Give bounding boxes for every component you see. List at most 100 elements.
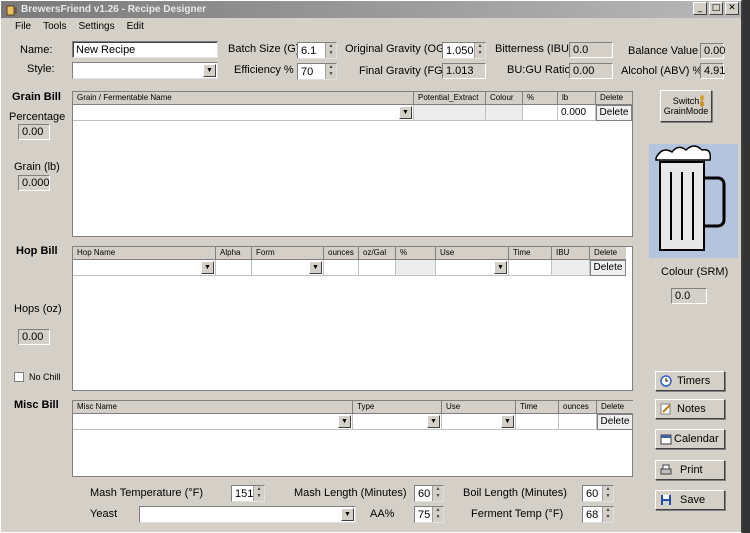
recipe-designer-window: BrewersFriend v1.26 - Recipe Designer _ … [0, 0, 742, 533]
col-grain-name[interactable]: Grain / Fermentable Name [73, 92, 414, 105]
spin-up-icon[interactable]: ▲ [326, 64, 336, 71]
hop-name-dropdown[interactable]: ▼ [73, 260, 216, 276]
minimize-button[interactable]: _ [693, 2, 707, 15]
notes-button[interactable]: Notes [655, 399, 725, 419]
use-dropdown[interactable]: ▼ [442, 414, 516, 430]
delete-button[interactable]: Delete [590, 260, 626, 276]
spin-down-icon[interactable]: ▼ [603, 493, 613, 500]
calendar-button[interactable]: Calendar [655, 429, 725, 449]
chevron-down-icon[interactable]: ▼ [341, 508, 354, 521]
chevron-down-icon[interactable]: ▼ [427, 415, 440, 428]
delete-button[interactable]: Delete [597, 414, 633, 430]
col-ounces[interactable]: ounces [559, 401, 597, 414]
hops-oz-value: 0.00 [18, 329, 50, 345]
col-alpha[interactable]: Alpha [216, 247, 252, 260]
ferment-temp-stepper[interactable]: 68 ▲ ▼ [582, 506, 614, 523]
col-oz-gal[interactable]: oz/Gal [359, 247, 396, 260]
chevron-down-icon[interactable]: ▼ [309, 261, 322, 274]
col-percent[interactable]: % [396, 247, 436, 260]
col-type[interactable]: Type [353, 401, 442, 414]
ounces-cell[interactable] [559, 414, 597, 430]
title-bar[interactable]: BrewersFriend v1.26 - Recipe Designer _ … [1, 1, 741, 18]
style-dropdown[interactable]: ▼ [72, 62, 218, 79]
efficiency-stepper[interactable]: 70 ▲ ▼ [297, 63, 337, 80]
spin-up-icon[interactable]: ▲ [254, 486, 264, 493]
col-potential-extract[interactable]: Potential_Extract [414, 92, 486, 105]
notes-label: Notes [677, 403, 706, 415]
spin-up-icon[interactable]: ▲ [433, 507, 443, 514]
col-ounces[interactable]: ounces [324, 247, 359, 260]
type-dropdown[interactable]: ▼ [353, 414, 442, 430]
col-hop-name[interactable]: Hop Name [73, 247, 216, 260]
timers-button[interactable]: Timers [655, 371, 725, 391]
col-colour[interactable]: Colour [486, 92, 523, 105]
grain-name-dropdown[interactable]: ▼ [73, 105, 414, 121]
lb-cell[interactable]: 0.000 [558, 105, 596, 121]
spin-down-icon[interactable]: ▼ [326, 50, 336, 57]
mash-temp-stepper[interactable]: 151 ▲ ▼ [231, 485, 265, 502]
col-time[interactable]: Time [509, 247, 552, 260]
aa-stepper[interactable]: 75 ▲ ▼ [414, 506, 444, 523]
alpha-cell[interactable] [216, 260, 252, 276]
time-cell[interactable] [509, 260, 552, 276]
spin-down-icon[interactable]: ▼ [433, 493, 443, 500]
grain-icon [700, 95, 704, 107]
col-delete[interactable]: Delete [597, 401, 633, 414]
col-lb[interactable]: lb [558, 92, 596, 105]
chevron-down-icon[interactable]: ▼ [501, 415, 514, 428]
batch-size-stepper[interactable]: 6.1 ▲ ▼ [297, 42, 337, 59]
misc-name-dropdown[interactable]: ▼ [73, 414, 353, 430]
maximize-button[interactable]: □ [709, 2, 723, 15]
menu-file[interactable]: File [9, 19, 37, 35]
save-button[interactable]: Save [655, 490, 725, 510]
oz-gal-cell[interactable] [359, 260, 396, 276]
spin-down-icon[interactable]: ▼ [433, 514, 443, 521]
spin-up-icon[interactable]: ▲ [433, 486, 443, 493]
col-delete[interactable]: Delete [590, 247, 626, 260]
spin-up-icon[interactable]: ▲ [603, 507, 613, 514]
print-button[interactable]: Print [655, 460, 725, 480]
beer-mug-image [649, 144, 738, 258]
col-time[interactable]: Time [516, 401, 559, 414]
spin-up-icon[interactable]: ▲ [326, 43, 336, 50]
spin-down-icon[interactable]: ▼ [475, 50, 485, 57]
boil-length-stepper[interactable]: 60 ▲ ▼ [582, 485, 614, 502]
ibu-label: Bitterness (IBU) [495, 43, 573, 55]
chevron-down-icon[interactable]: ▼ [399, 106, 412, 119]
delete-button[interactable]: Delete [596, 105, 632, 121]
col-percent[interactable]: % [523, 92, 558, 105]
chevron-down-icon[interactable]: ▼ [494, 261, 507, 274]
spin-up-icon[interactable]: ▲ [603, 486, 613, 493]
calendar-icon [660, 433, 672, 445]
no-chill-checkbox[interactable] [14, 372, 24, 382]
spin-up-icon[interactable]: ▲ [475, 43, 485, 50]
menu-tools[interactable]: Tools [37, 19, 72, 35]
name-input[interactable]: New Recipe [72, 41, 218, 58]
col-form[interactable]: Form [252, 247, 324, 260]
chevron-down-icon[interactable]: ▼ [201, 261, 214, 274]
time-cell[interactable] [516, 414, 559, 430]
col-use[interactable]: Use [436, 247, 509, 260]
menu-settings[interactable]: Settings [72, 19, 120, 35]
col-use[interactable]: Use [442, 401, 516, 414]
ounces-cell[interactable] [324, 260, 359, 276]
use-dropdown[interactable]: ▼ [436, 260, 509, 276]
percent-cell[interactable] [523, 105, 558, 121]
col-ibu[interactable]: IBU [552, 247, 590, 260]
misc-table-header: Misc Name Type Use Time ounces Delete [73, 401, 633, 414]
col-misc-name[interactable]: Misc Name [73, 401, 353, 414]
spin-down-icon[interactable]: ▼ [603, 514, 613, 521]
menu-edit[interactable]: Edit [121, 19, 150, 35]
og-stepper[interactable]: 1.050 ▲ ▼ [442, 42, 486, 59]
col-delete[interactable]: Delete [596, 92, 632, 105]
chevron-down-icon[interactable]: ▼ [203, 64, 216, 77]
close-button[interactable]: ✕ [725, 2, 739, 15]
yeast-dropdown[interactable]: ▼ [139, 506, 356, 523]
table-row: ▼ ▼ ▼ Delete [73, 260, 626, 276]
form-dropdown[interactable]: ▼ [252, 260, 324, 276]
mash-length-stepper[interactable]: 60 ▲ ▼ [414, 485, 444, 502]
spin-down-icon[interactable]: ▼ [254, 493, 264, 500]
chevron-down-icon[interactable]: ▼ [338, 415, 351, 428]
spin-down-icon[interactable]: ▼ [326, 71, 336, 78]
switch-grain-mode-button[interactable]: Switch GrainMode [660, 90, 712, 122]
